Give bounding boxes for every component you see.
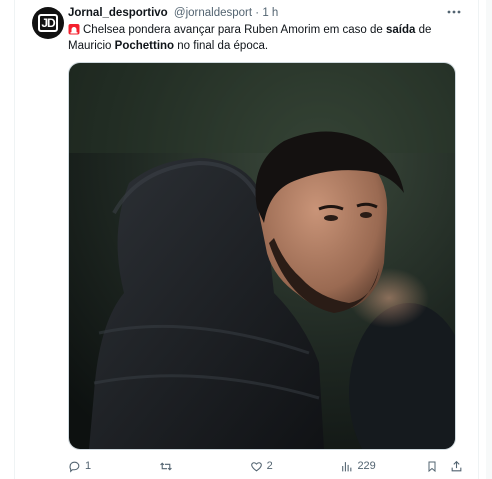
scrollbar-track[interactable] bbox=[486, 0, 492, 479]
more-options-button[interactable] bbox=[444, 4, 464, 20]
tweet-actions: 1 2 229 bbox=[68, 457, 463, 475]
tweet-card[interactable]: JD Jornal_desportivo @jornaldesport · 1 … bbox=[22, 0, 474, 479]
views-count: 229 bbox=[357, 460, 376, 472]
bookmark-button[interactable] bbox=[426, 460, 450, 473]
author-name[interactable]: Jornal_desportivo bbox=[68, 7, 168, 19]
share-button[interactable] bbox=[450, 460, 463, 473]
like-count: 2 bbox=[266, 460, 273, 472]
views-button[interactable]: 229 bbox=[340, 460, 426, 473]
tweet-text-part: Chelsea pondera avançar para Ruben Amori… bbox=[83, 24, 387, 36]
photo-image bbox=[69, 63, 455, 449]
views-chart-icon bbox=[342, 461, 352, 471]
share-icon bbox=[451, 460, 462, 471]
heart-icon bbox=[250, 461, 262, 471]
tweet-timestamp[interactable]: 1 h bbox=[262, 7, 278, 19]
timeline-left-border bbox=[14, 0, 15, 479]
tweet-text-bold: saída bbox=[386, 24, 416, 36]
reply-icon bbox=[69, 461, 80, 473]
tweet-header: Jornal_desportivo @jornaldesport · 1 h bbox=[68, 7, 278, 19]
tweet-text-part: no final da época. bbox=[174, 40, 269, 52]
like-button[interactable]: 2 bbox=[250, 460, 341, 473]
retweet-button[interactable] bbox=[159, 460, 250, 473]
retweet-icon bbox=[160, 461, 172, 471]
timeline-right-border bbox=[478, 0, 479, 479]
bookmark-icon bbox=[428, 461, 436, 472]
separator-dot: · bbox=[255, 7, 260, 19]
author-handle[interactable]: @jornaldesport bbox=[174, 7, 252, 19]
more-icon bbox=[447, 10, 461, 14]
tweet-text: Chelsea pondera avançar para Ruben Amori… bbox=[68, 22, 468, 54]
reply-count: 1 bbox=[85, 460, 92, 472]
tweet-photo[interactable] bbox=[68, 62, 456, 450]
avatar-logo: JD bbox=[38, 14, 58, 32]
tweet-text-bold: Pochettino bbox=[114, 40, 175, 52]
avatar[interactable]: JD bbox=[32, 7, 64, 39]
rotating-light-icon bbox=[68, 24, 80, 35]
reply-button[interactable]: 1 bbox=[68, 460, 159, 473]
